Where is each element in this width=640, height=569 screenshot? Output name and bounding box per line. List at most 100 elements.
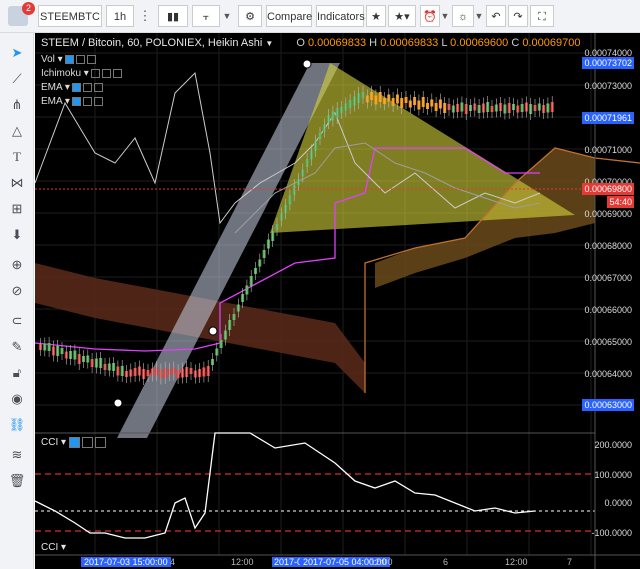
lock-drawing-icon[interactable]: ✎: [6, 337, 28, 357]
bar-style-ohlc-icon[interactable]: ⫟: [192, 5, 220, 27]
triangle-pattern-icon[interactable]: △: [6, 121, 28, 141]
favorite-star-icon[interactable]: ★: [366, 5, 386, 27]
templates-star-icon[interactable]: ★▾: [388, 5, 416, 27]
cci-bottom-legend[interactable]: CCI ▾: [41, 542, 66, 553]
eye-icon[interactable]: [71, 96, 81, 106]
layers-icon[interactable]: ≋: [6, 445, 28, 465]
measure-icon[interactable]: ⊘: [6, 281, 28, 301]
channel-anchor-mid: [208, 326, 218, 336]
price-chart-svg[interactable]: [35, 33, 640, 569]
zoom-icon[interactable]: ⊕: [6, 255, 28, 275]
bar-style-candles-icon[interactable]: ▮▮: [158, 5, 188, 27]
cci-label: CCI: [41, 542, 59, 553]
time-label: 7: [567, 557, 573, 567]
cci-level-label: 0.0000: [604, 498, 632, 508]
price-label: 0.00073000: [584, 81, 632, 91]
compare-button[interactable]: Compare: [266, 5, 312, 27]
time-tag-channel-start: 2017-07-03 15:00:00: [81, 557, 171, 567]
ohlc-l-label: L: [441, 37, 448, 49]
time-label: 4: [170, 557, 176, 567]
price-label: 0.00066000: [584, 305, 632, 315]
fullscreen-icon[interactable]: ⛶: [530, 5, 554, 27]
drawing-toolbar: ➤ ⟋ ⋔ △ T ⋈ ⊞ ⬇ ⊕ ⊘ ⊂ ✎ 🔓︎ ◉ ⛓ ≋ 🗑︎: [0, 33, 34, 569]
channel-anchor-bottom: [113, 398, 123, 408]
bar-countdown-tag: 54:40: [607, 196, 634, 208]
indicator-label: EMA: [41, 82, 63, 93]
arrow-down-icon[interactable]: ⬇: [6, 225, 28, 245]
indicator-legend-vol[interactable]: Vol ▾: [41, 53, 96, 66]
indicator-legend-ichimoku[interactable]: Ichimoku ▾: [41, 67, 122, 80]
chevron-down-icon[interactable]: ▼: [474, 5, 484, 27]
eye-icon[interactable]: [90, 68, 100, 78]
ascending-channel-drawing: [117, 63, 340, 438]
close-icon[interactable]: [95, 437, 107, 448]
chevron-down-icon[interactable]: ▼: [265, 39, 273, 48]
close-icon[interactable]: [112, 68, 122, 78]
cursor-arrow-icon[interactable]: ➤: [6, 43, 28, 63]
indicator-label: Ichimoku: [41, 68, 82, 79]
trend-line-icon[interactable]: ⟋: [6, 69, 28, 89]
settings-gear-icon[interactable]: [82, 82, 92, 92]
settings-gear-icon[interactable]: [75, 54, 85, 64]
eye-icon[interactable]: [69, 437, 81, 448]
alert-clock-icon[interactable]: ⏰: [420, 5, 440, 27]
ohlc-high-value: 0.00069833: [380, 37, 439, 49]
visibility-eye-icon[interactable]: ◉: [6, 389, 28, 409]
price-label: 0.00071000: [584, 145, 632, 155]
cci-level-label: 200.0000: [594, 440, 632, 450]
top-toolbar: 2 STEEMBTC 1h ⋮ ▮▮ ⫟ ▼ ⚙ Compare Indicat…: [0, 0, 640, 33]
indicator-label: Vol: [41, 54, 55, 65]
time-label: 12:00: [505, 557, 528, 567]
close-icon[interactable]: [93, 82, 103, 92]
pattern-icon[interactable]: ⋈: [6, 173, 28, 193]
chart-title[interactable]: STEEM / Bitcoin, 60, POLONIEX, Heikin As…: [41, 37, 262, 49]
close-icon[interactable]: [93, 96, 103, 106]
eye-icon[interactable]: [71, 82, 81, 92]
price-label: 0.00068000: [584, 241, 632, 251]
price-label: 0.00065000: [584, 337, 632, 347]
indicators-button[interactable]: Indicators: [316, 5, 365, 27]
settings-gear-icon[interactable]: [82, 437, 94, 448]
cci-label: CCI: [41, 437, 59, 449]
cci-line: [35, 432, 536, 539]
notification-badge: 2: [22, 2, 35, 15]
chevron-down-icon[interactable]: ▼: [220, 5, 234, 27]
cci-level-label: 100.0000: [594, 470, 632, 480]
settings-gear-icon[interactable]: ⚙: [238, 5, 262, 27]
interval-button[interactable]: 1h: [106, 5, 134, 27]
text-tool-icon[interactable]: T: [6, 147, 28, 167]
indicator-legend-ema-2[interactable]: EMA ▾: [41, 95, 103, 108]
cci-level-label: -100.0000: [591, 528, 632, 538]
interval-dropdown-icon[interactable]: ⋮: [138, 5, 152, 27]
indicator-legend-ema-1[interactable]: EMA ▾: [41, 81, 103, 94]
ohlc-o-label: O: [296, 37, 305, 49]
ohlc-low-value: 0.00069600: [450, 37, 509, 49]
channel-bottom-price-tag: 0.00063000: [582, 399, 634, 411]
symbol-search-button[interactable]: STEEMBTC: [38, 5, 102, 27]
chevron-down-icon[interactable]: ▼: [440, 5, 450, 27]
chart-title-row: STEEM / Bitcoin, 60, POLONIEX, Heikin As…: [41, 37, 580, 49]
price-label: 0.00064000: [584, 369, 632, 379]
close-icon[interactable]: [86, 54, 96, 64]
magnet-icon[interactable]: ⊂: [6, 311, 28, 331]
eye-icon[interactable]: [64, 54, 74, 64]
link-icon[interactable]: ⛓: [6, 415, 28, 435]
trash-icon[interactable]: 🗑︎: [6, 471, 28, 491]
channel-mid-price-tag: 0.00071961: [582, 112, 634, 124]
time-label: 12:00: [370, 557, 393, 567]
chart-area[interactable]: STEEM / Bitcoin, 60, POLONIEX, Heikin As…: [35, 33, 640, 569]
price-label: 0.00069000: [584, 209, 632, 219]
projection-icon[interactable]: ⊞: [6, 199, 28, 219]
settings-gear-icon[interactable]: [101, 68, 111, 78]
cci-legend[interactable]: CCI ▾: [41, 437, 107, 449]
channel-anchor-top: [302, 59, 312, 69]
idea-lightbulb-icon[interactable]: ☼: [452, 5, 474, 27]
channel-top-price-tag: 0.00073702: [582, 57, 634, 69]
undo-icon[interactable]: ↶: [486, 5, 506, 27]
settings-gear-icon[interactable]: [82, 96, 92, 106]
ohlc-open-value: 0.00069833: [307, 37, 367, 49]
last-price-tag: 0.00069800: [582, 183, 634, 195]
redo-icon[interactable]: ↷: [508, 5, 528, 27]
lock-icon[interactable]: 🔓︎: [6, 363, 28, 383]
pitchfork-icon[interactable]: ⋔: [6, 95, 28, 115]
